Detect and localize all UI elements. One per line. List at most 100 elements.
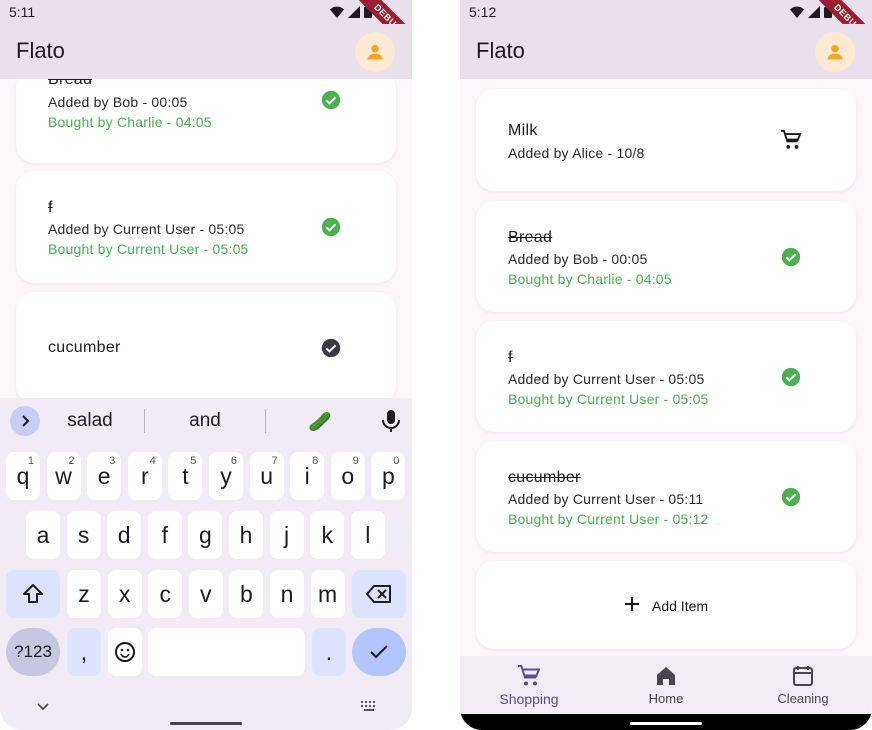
item-name: cucumber	[48, 339, 121, 356]
item-bought: Bought by Charlie - 04:05	[48, 114, 212, 130]
status-time: 5:11	[9, 4, 36, 20]
nav-home[interactable]: Home	[611, 664, 721, 706]
key-i[interactable]: i8	[290, 452, 325, 500]
key-h[interactable]: h	[229, 511, 263, 559]
calendar-icon	[793, 666, 813, 686]
profile-avatar-button[interactable]	[815, 32, 855, 72]
key-n[interactable]: n	[270, 570, 304, 618]
nav-shopping-label: Shopping	[499, 691, 559, 707]
check-circle-icon[interactable]	[780, 486, 802, 508]
space-key[interactable]	[148, 628, 305, 676]
divider	[265, 409, 266, 433]
list-item[interactable]: Bread Added by Bob - 00:05 Bought by Cha…	[476, 201, 856, 312]
nav-cleaning[interactable]: Cleaning	[748, 664, 858, 706]
suggestion[interactable]: salad	[52, 410, 128, 432]
list-item[interactable]: Bread Added by Bob - 00:05 Bought by Cha…	[16, 71, 396, 163]
emoji-key[interactable]	[108, 628, 142, 676]
list-item[interactable]: f Added by Current User - 05:05 Bought b…	[476, 321, 856, 432]
suggestion-emoji[interactable]: 🥒	[290, 410, 350, 434]
comma-key[interactable]: ,	[67, 628, 101, 676]
check-circle-icon[interactable]	[320, 216, 342, 238]
nav-cleaning-label: Cleaning	[777, 691, 829, 706]
key-label: d	[117, 521, 131, 548]
item-added: Added by Current User - 05:05	[48, 221, 245, 237]
key-hint: 2	[68, 455, 75, 467]
gesture-home-bar[interactable]	[170, 722, 242, 725]
key-p[interactable]: p0	[371, 452, 406, 500]
key-d[interactable]: d	[107, 511, 142, 559]
backspace-key[interactable]	[352, 570, 406, 618]
list-item[interactable]: f Added by Current User - 05:05 Bought b…	[16, 171, 396, 283]
phone-right: 5:12 DEBUG Flato Milk Added by Alice - 1…	[460, 0, 872, 730]
nav-shopping[interactable]: Shopping	[474, 664, 584, 707]
item-added: Added by Bob - 00:05	[48, 94, 188, 110]
item-bought: Bought by Charlie - 04:05	[508, 271, 672, 287]
keyboard-switch-icon[interactable]	[360, 700, 378, 712]
shift-key[interactable]	[6, 570, 60, 618]
wifi-icon	[330, 6, 344, 18]
key-label: b	[239, 580, 253, 607]
list-item[interactable]: cucumber Added by Current User - 05:11 B…	[476, 441, 856, 552]
key-m[interactable]: m	[310, 570, 345, 618]
key-t[interactable]: t5	[168, 452, 203, 500]
suggestion[interactable]: and	[167, 410, 243, 432]
microphone-icon[interactable]	[380, 409, 402, 433]
key-j[interactable]: j	[269, 511, 304, 559]
key-f[interactable]: f	[147, 511, 182, 559]
add-item-button[interactable]: Add Item	[476, 561, 856, 649]
signal-icon	[808, 5, 820, 18]
check-circle-icon[interactable]	[780, 366, 802, 388]
hide-keyboard-icon[interactable]	[36, 702, 50, 712]
key-label: s	[77, 521, 90, 548]
key-w[interactable]: w2	[46, 452, 81, 500]
key-l[interactable]: l	[350, 511, 385, 559]
person-icon	[827, 44, 843, 60]
key-u[interactable]: u7	[249, 452, 284, 500]
check-circle-icon[interactable]	[320, 337, 342, 359]
key-v[interactable]: v	[188, 570, 223, 618]
expand-suggestions-button[interactable]	[10, 406, 40, 436]
home-icon	[657, 667, 675, 685]
phone-left: Bread Added by Bob - 00:05 Bought by Cha…	[0, 0, 412, 730]
key-hint: 8	[312, 455, 319, 467]
item-name: Milk	[508, 122, 538, 139]
gesture-home-bar[interactable]	[630, 722, 702, 725]
key-z[interactable]: z	[67, 570, 101, 618]
key-s[interactable]: s	[66, 511, 101, 559]
shopping-cart-icon[interactable]	[780, 129, 802, 151]
check-circle-icon[interactable]	[780, 246, 802, 268]
symbols-key[interactable]: ?123	[6, 628, 60, 676]
key-label: z	[78, 580, 90, 607]
person-icon	[367, 44, 383, 60]
key-o[interactable]: o9	[330, 452, 365, 500]
app-title: Flato	[476, 38, 525, 63]
key-q[interactable]: q1	[6, 452, 40, 500]
profile-avatar-button[interactable]	[355, 32, 395, 72]
key-a[interactable]: a	[26, 511, 60, 559]
item-bought: Bought by Current User - 05:05	[508, 391, 709, 407]
divider	[144, 409, 145, 433]
key-y[interactable]: y6	[209, 452, 243, 500]
item-added: Added by Bob - 00:05	[508, 251, 648, 267]
app-bar: Flato	[460, 24, 872, 79]
key-label: g	[198, 521, 212, 548]
add-item-label: Add Item	[652, 598, 709, 614]
key-label: x	[118, 580, 131, 607]
list-item[interactable]: Milk Added by Alice - 10/8	[476, 89, 856, 191]
enter-key[interactable]	[352, 628, 406, 676]
check-circle-icon[interactable]	[320, 89, 342, 111]
list-item[interactable]: cucumber	[16, 292, 396, 404]
period-key[interactable]: .	[312, 628, 346, 676]
on-screen-keyboard[interactable]: salad and 🥒 q1w2e3r4t5y6u7i8o9p0 asdfghj…	[0, 398, 412, 730]
key-hint: 1	[27, 455, 34, 467]
key-r[interactable]: r4	[127, 452, 162, 500]
item-added: Added by Current User - 05:11	[508, 491, 704, 507]
key-k[interactable]: k	[310, 511, 345, 559]
key-label: l	[365, 521, 371, 548]
key-c[interactable]: c	[148, 570, 183, 618]
key-e[interactable]: e3	[87, 452, 122, 500]
item-bought: Bought by Current User - 05:05	[48, 241, 249, 257]
key-x[interactable]: x	[107, 570, 142, 618]
key-b[interactable]: b	[229, 570, 264, 618]
key-g[interactable]: g	[188, 511, 223, 559]
